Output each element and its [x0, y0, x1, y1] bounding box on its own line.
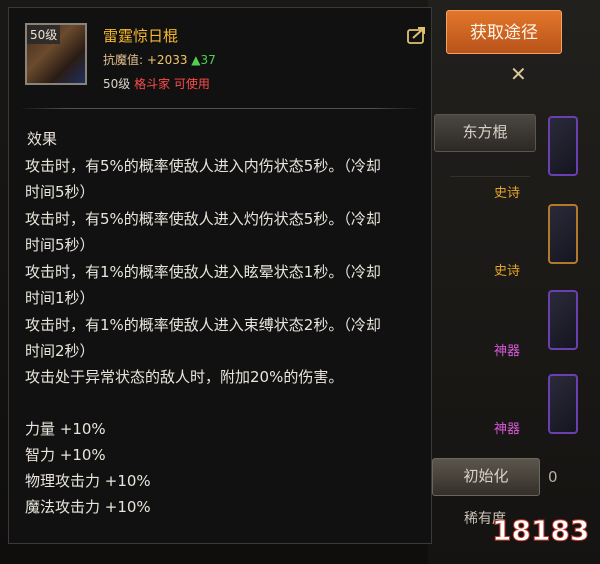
item-level-badge: 50级 [27, 25, 61, 44]
effect-line: 攻击时，有5%的概率使敌人进入灼伤状态5秒。（冷却 [25, 210, 381, 228]
partial-number: 0 [548, 468, 558, 486]
stat-line: 魔法攻击力 +10% [25, 498, 151, 516]
item-name: 雷霆惊日棍 [103, 27, 179, 45]
grade-label: 神器 [494, 344, 521, 359]
magic-delta: ▲37 [191, 53, 216, 67]
grade-label: 史诗 [494, 186, 521, 201]
tab-eastern-staff[interactable]: 东方棍 [434, 114, 536, 152]
effect-line: 时间5秒） [25, 183, 95, 201]
required-class: 格斗家 可使用 [134, 77, 210, 91]
effect-line: 攻击时，有1%的概率使敌人进入眩晕状态1秒。（冷却 [25, 263, 381, 281]
effects-title: 效果 [27, 130, 58, 148]
stat-line: 力量 +10% [25, 420, 106, 438]
initialize-button[interactable]: 初始化 [432, 458, 540, 496]
share-icon[interactable] [407, 26, 427, 44]
equipment-thumbnail[interactable] [548, 290, 578, 350]
effect-line: 攻击时，有1%的概率使敌人进入束缚状态2秒。（冷却 [25, 316, 381, 334]
grade-label: 史诗 [494, 264, 521, 279]
item-icon: 50级 [25, 23, 87, 85]
requirement-row: 50级 格斗家 可使用 [103, 75, 210, 92]
grade-label: 神器 [494, 422, 521, 437]
get-source-button[interactable]: 获取途径 [446, 10, 562, 54]
site-logo-watermark: 18183 [492, 514, 589, 548]
magic-label: 抗魔值: [103, 53, 144, 67]
magic-resistance: 抗魔值: +2033 ▲37 [103, 51, 216, 68]
list-divider [450, 176, 530, 177]
effect-line: 时间1秒） [25, 289, 95, 307]
stat-line: 物理攻击力 +10% [25, 472, 151, 490]
divider [19, 108, 421, 109]
equipment-thumbnail[interactable] [548, 374, 578, 434]
effect-line: 攻击时，有5%的概率使敌人进入内伤状态5秒。（冷却 [25, 157, 381, 175]
equipment-thumbnail[interactable] [548, 116, 578, 176]
effect-line: 时间5秒） [25, 236, 95, 254]
effect-line: 攻击处于异常状态的敌人时，附加20%的伤害。 [25, 368, 344, 386]
svg-text:18183: 18183 [492, 514, 588, 547]
magic-value: +2033 [146, 53, 188, 67]
item-tooltip: 50级 雷霆惊日棍 抗魔值: +2033 ▲37 50级 格斗家 可使用 效果 … [8, 7, 432, 544]
stat-line: 智力 +10% [25, 446, 106, 464]
required-level: 50级 [103, 77, 131, 91]
close-icon[interactable]: ✕ [510, 62, 527, 86]
effect-line: 时间2秒） [25, 342, 95, 360]
equipment-thumbnail[interactable] [548, 204, 578, 264]
